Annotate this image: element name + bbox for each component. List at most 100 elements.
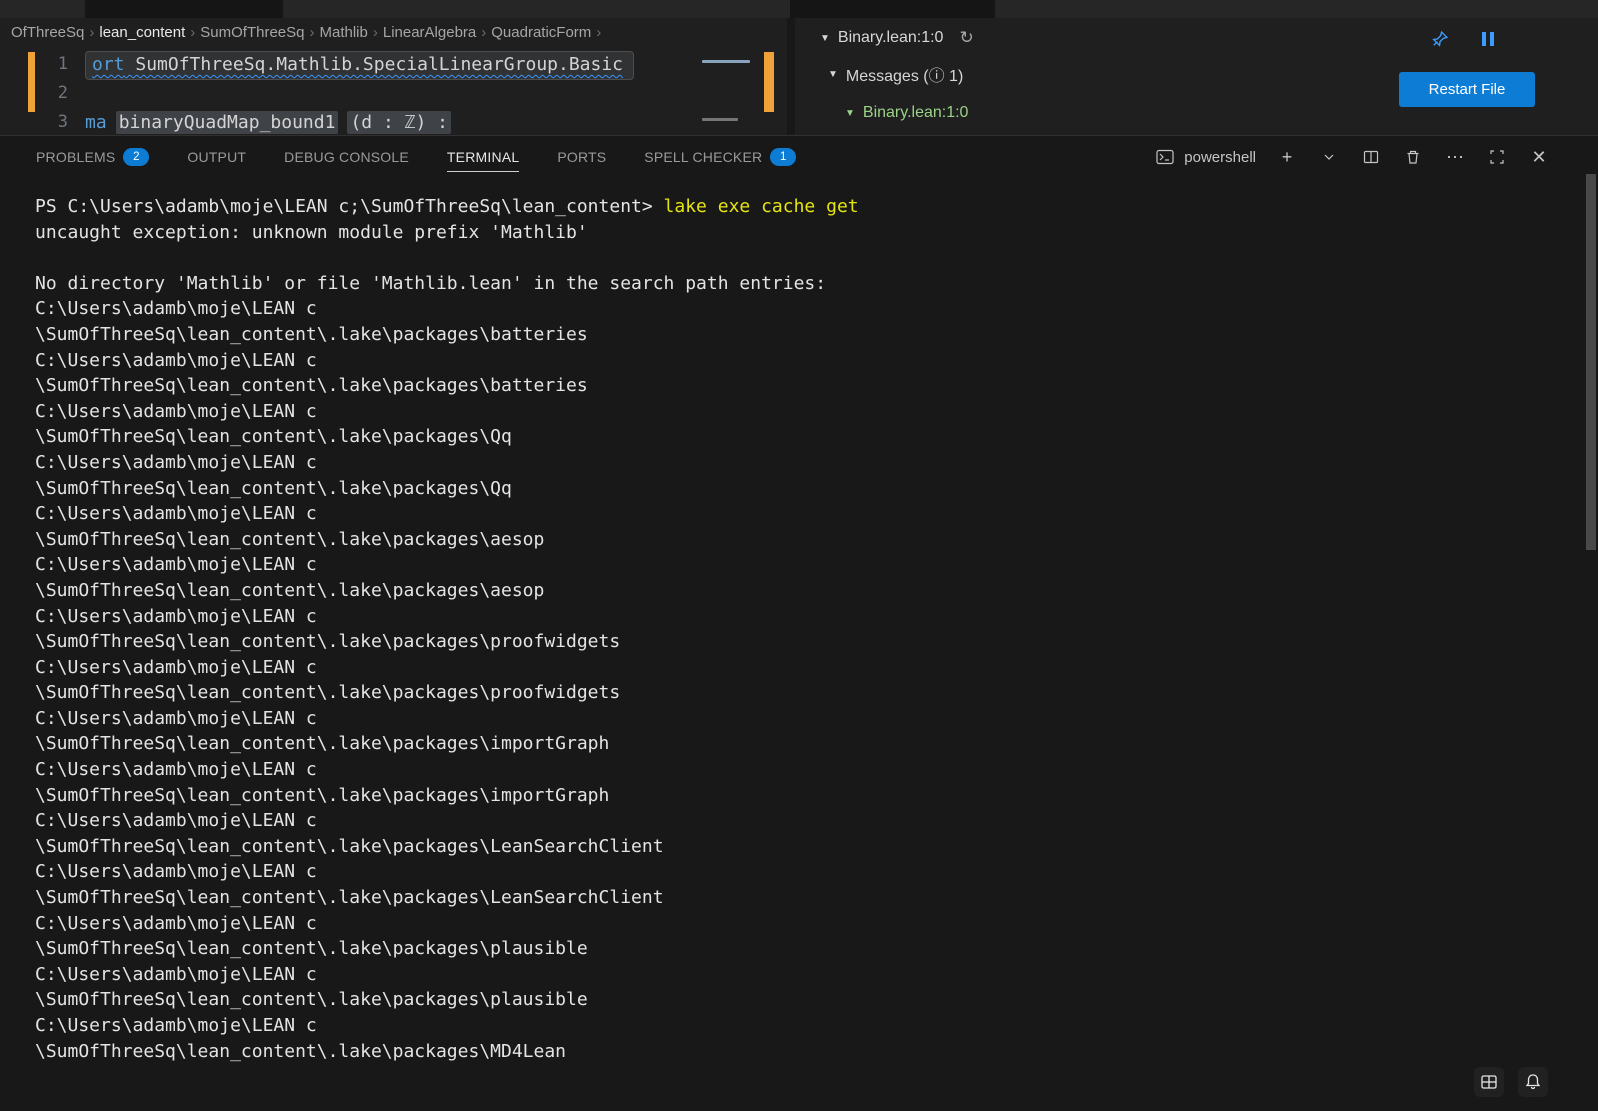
breadcrumb-item[interactable]: QuadraticForm	[488, 24, 594, 41]
breadcrumb-item[interactable]: LinearAlgebra	[380, 24, 479, 41]
breadcrumb-item[interactable]: OfThreeSq	[8, 24, 87, 41]
keyword-token: ma	[85, 112, 107, 133]
more-actions-button[interactable]: ⋯	[1444, 146, 1466, 168]
tab-label: SPELL CHECKER	[644, 149, 762, 165]
infoview-file-header[interactable]: ▼ Binary.lean:1:0 ↻	[820, 28, 974, 48]
infoview-inner-file-header[interactable]: ▼ Binary.lean:1:0	[845, 104, 968, 122]
terminal-text-segment: C:\Users\adamb\moje\LEAN c	[35, 810, 317, 831]
tab-spell-checker[interactable]: SPELL CHECKER 1	[644, 143, 796, 172]
tab-label: OUTPUT	[187, 149, 246, 165]
breadcrumb-separator-icon: ›	[188, 24, 197, 41]
terminal-line: \SumOfThreeSq\lean_content\.lake\package…	[35, 936, 1574, 962]
terminal-line: \SumOfThreeSq\lean_content\.lake\package…	[35, 680, 1574, 706]
terminal-line: \SumOfThreeSq\lean_content\.lake\package…	[35, 834, 1574, 860]
terminal-line: C:\Users\adamb\moje\LEAN c	[35, 757, 1574, 783]
editor-pane: OfThreeSq › lean_content › SumOfThreeSq …	[0, 18, 787, 135]
terminal-text-segment: \SumOfThreeSq\lean_content\.lake\package…	[35, 426, 512, 447]
kill-terminal-trash-button[interactable]	[1402, 146, 1424, 168]
terminal-line: C:\Users\adamb\moje\LEAN c	[35, 348, 1574, 374]
notifications-bell-icon[interactable]	[1518, 1067, 1548, 1097]
terminal-line: C:\Users\adamb\moje\LEAN c	[35, 604, 1574, 630]
terminal-line: C:\Users\adamb\moje\LEAN c	[35, 1013, 1574, 1039]
terminal-line: \SumOfThreeSq\lean_content\.lake\package…	[35, 322, 1574, 348]
refresh-icon[interactable]: ↻	[959, 28, 973, 48]
code-line: 1 ort SumOfThreeSq.Mathlib.SpecialLinear…	[0, 50, 787, 79]
infoview-messages-header[interactable]: ▼ Messages (ⓘ 1)	[828, 62, 963, 86]
pin-icon[interactable]	[1430, 30, 1450, 50]
terminal-text-segment: \SumOfThreeSq\lean_content\.lake\package…	[35, 682, 620, 703]
tab-terminal[interactable]: TERMINAL	[447, 143, 519, 172]
terminal-text-segment: \SumOfThreeSq\lean_content\.lake\package…	[35, 836, 664, 857]
terminal-line: C:\Users\adamb\moje\LEAN c	[35, 450, 1574, 476]
collapse-arrow-icon: ▼	[828, 69, 838, 80]
terminal-text-segment: \SumOfThreeSq\lean_content\.lake\package…	[35, 324, 588, 345]
terminal-text-segment: \SumOfThreeSq\lean_content\.lake\package…	[35, 478, 512, 499]
terminal-text-segment: \SumOfThreeSq\lean_content\.lake\package…	[35, 733, 609, 754]
overview-ruler-marker	[764, 52, 774, 112]
titlebar-tab-region-left	[85, 0, 283, 18]
terminal-text-segment: C:\Users\adamb\moje\LEAN c	[35, 708, 317, 729]
code-line: 2	[0, 79, 787, 108]
terminal-dropdown-chevron-icon[interactable]	[1318, 146, 1340, 168]
messages-header-label: Messages (ⓘ 1)	[846, 62, 963, 86]
code-editor[interactable]: 1 ort SumOfThreeSq.Mathlib.SpecialLinear…	[0, 46, 787, 135]
breadcrumb-separator-icon: ›	[594, 24, 603, 41]
terminal-output[interactable]: PS C:\Users\adamb\moje\LEAN c;\SumOfThre…	[35, 194, 1574, 1111]
terminal-text-segment: C:\Users\adamb\moje\LEAN c	[35, 401, 317, 422]
breadcrumb: OfThreeSq › lean_content › SumOfThreeSq …	[0, 18, 787, 46]
grid-icon[interactable]	[1474, 1067, 1504, 1097]
line-number: 3	[38, 108, 68, 135]
new-terminal-button[interactable]: +	[1276, 146, 1298, 168]
panel-actions: powershell +	[1154, 136, 1550, 178]
breadcrumb-item[interactable]: Mathlib	[317, 24, 371, 41]
tab-label: PORTS	[557, 149, 606, 165]
terminal-text-segment: C:\Users\adamb\moje\LEAN c	[35, 861, 317, 882]
terminal-text-segment: C:\Users\adamb\moje\LEAN c	[35, 298, 317, 319]
info-squiggle-underline: ort SumOfThreeSq.Mathlib.SpecialLinearGr…	[92, 54, 623, 75]
panel-header: PROBLEMS 2 OUTPUT DEBUG CONSOLE TERMINAL…	[0, 136, 1598, 178]
split-terminal-button[interactable]	[1360, 146, 1382, 168]
maximize-panel-button[interactable]	[1486, 146, 1508, 168]
breadcrumb-item[interactable]: SumOfThreeSq	[197, 24, 307, 41]
panel-scrollbar[interactable]	[1586, 174, 1596, 550]
corner-overlay-icons	[1474, 1067, 1548, 1097]
powershell-terminal-icon	[1154, 146, 1176, 168]
tab-output[interactable]: OUTPUT	[187, 143, 246, 172]
terminal-text-segment: C:\Users\adamb\moje\LEAN c	[35, 350, 317, 371]
terminal-profile[interactable]: powershell	[1154, 146, 1256, 168]
terminal-line: \SumOfThreeSq\lean_content\.lake\package…	[35, 527, 1574, 553]
infoview-file-label: Binary.lean:1:0	[838, 29, 944, 47]
code-selection-box: ort SumOfThreeSq.Mathlib.SpecialLinearGr…	[85, 51, 634, 80]
breadcrumb-separator-icon: ›	[87, 24, 96, 41]
breadcrumb-separator-icon: ›	[479, 24, 488, 41]
terminal-text-segment: \SumOfThreeSq\lean_content\.lake\package…	[35, 887, 664, 908]
terminal-line: C:\Users\adamb\moje\LEAN c	[35, 655, 1574, 681]
terminal-text-segment: C:\Users\adamb\moje\LEAN c	[35, 452, 317, 473]
code-text: ort SumOfThreeSq.Mathlib.SpecialLinearGr…	[85, 50, 634, 80]
tab-ports[interactable]: PORTS	[557, 143, 606, 172]
breadcrumb-separator-icon: ›	[308, 24, 317, 41]
keyword-token: ort	[92, 54, 125, 75]
collapse-arrow-icon: ▼	[845, 108, 855, 119]
close-panel-button[interactable]: ✕	[1528, 146, 1550, 168]
pause-bar	[1482, 32, 1486, 46]
minimap[interactable]	[700, 48, 758, 133]
breadcrumb-item[interactable]: lean_content	[96, 24, 188, 41]
terminal-text-segment: No directory 'Mathlib' or file 'Mathlib.…	[35, 273, 826, 294]
terminal-line: uncaught exception: unknown module prefi…	[35, 220, 1574, 246]
terminal-line: \SumOfThreeSq\lean_content\.lake\package…	[35, 373, 1574, 399]
pause-bar	[1490, 32, 1494, 46]
terminal-text-segment: \SumOfThreeSq\lean_content\.lake\package…	[35, 989, 588, 1010]
modified-gutter-indicator	[28, 52, 35, 112]
tab-debug-console[interactable]: DEBUG CONSOLE	[284, 143, 409, 172]
terminal-line: \SumOfThreeSq\lean_content\.lake\package…	[35, 731, 1574, 757]
pause-icon[interactable]	[1478, 30, 1498, 48]
overview-ruler[interactable]	[762, 46, 776, 135]
tab-label: DEBUG CONSOLE	[284, 149, 409, 165]
breadcrumb-separator-icon: ›	[371, 24, 380, 41]
tab-problems[interactable]: PROBLEMS 2	[36, 143, 149, 172]
terminal-line: \SumOfThreeSq\lean_content\.lake\package…	[35, 424, 1574, 450]
terminal-line: C:\Users\adamb\moje\LEAN c	[35, 296, 1574, 322]
restart-file-button[interactable]: Restart File	[1399, 72, 1535, 107]
code-token: SumOfThreeSq.Mathlib.SpecialLinearGroup.…	[125, 54, 624, 75]
